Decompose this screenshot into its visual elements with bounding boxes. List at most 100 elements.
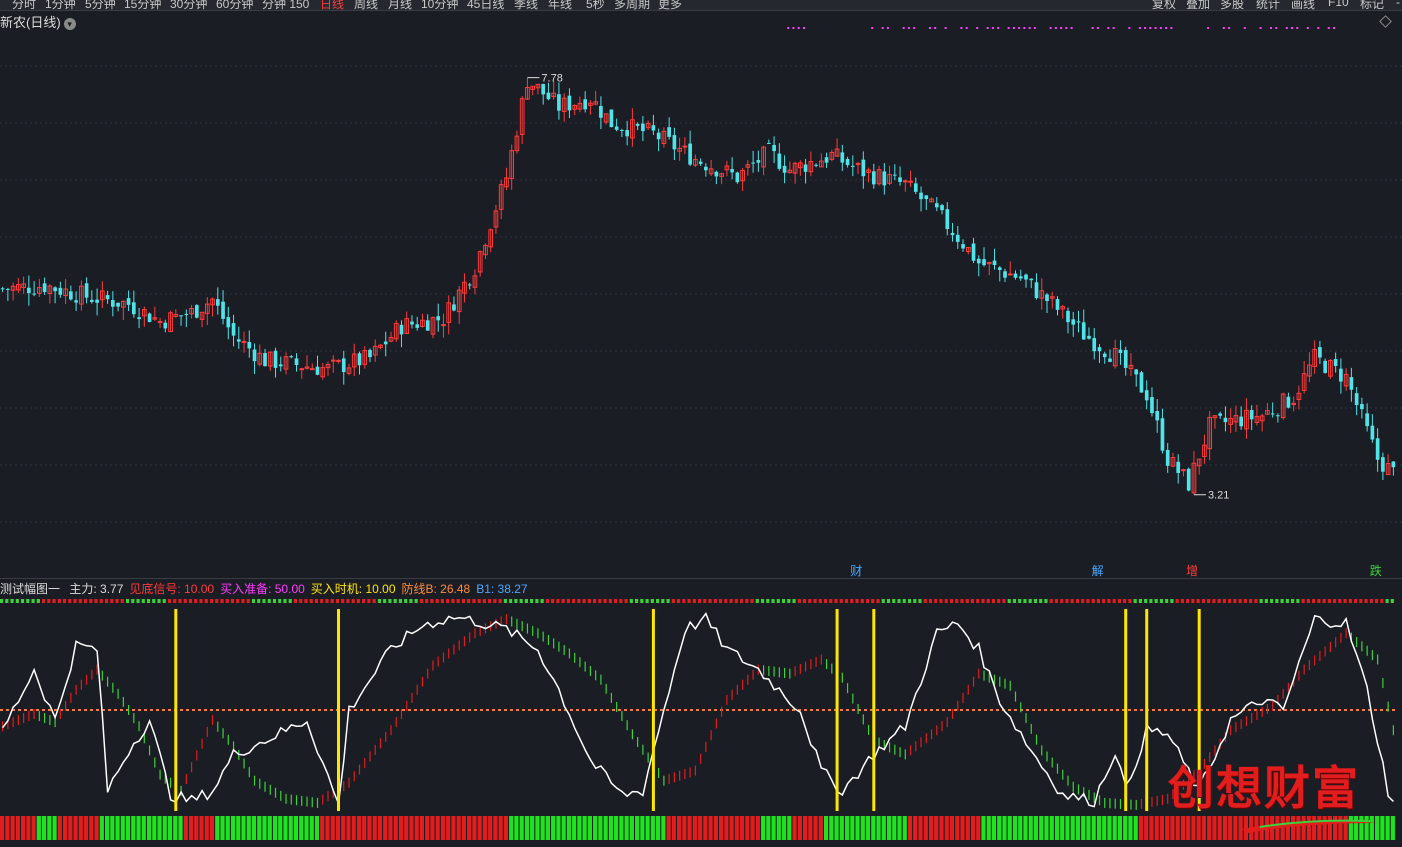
toolbar-item[interactable]: 周线 [354,0,378,10]
toolbar-item[interactable]: 更多 [658,0,682,10]
top-signal-cell [1138,599,1142,603]
bottom-regime-bar [1165,816,1170,840]
toolbar-item[interactable]: 日线 [320,0,344,10]
bottom-regime-bar [0,816,5,840]
bottom-regime-bar [162,816,167,840]
candle [1134,369,1139,387]
top-signal-cell [120,599,124,603]
toolbar-item[interactable]: 5分钟 [85,0,116,10]
top-signal-cell [629,599,633,603]
toolbar-item[interactable]: 标记 [1360,0,1384,10]
candle [47,284,53,304]
top-signal-cell [519,599,523,603]
bottom-regime-bar [341,816,346,840]
top-signal-cell [1170,599,1174,603]
bottom-regime-bar [619,816,624,840]
bottom-regime-bar [194,816,199,840]
candle [1112,339,1118,369]
toolbar-item[interactable]: 年线 [548,0,572,10]
candle [278,356,283,372]
top-signal-cell [598,599,602,603]
toolbar-item[interactable]: - [1396,0,1400,9]
bottom-regime-bar [750,816,755,840]
top-signal-cell [188,599,193,603]
top-signal-cell [656,599,660,603]
candle [430,316,436,339]
toolbar-item[interactable]: 45日线 [467,0,504,10]
bottom-regime-bar [671,816,676,840]
bottom-regime-bar [514,816,519,840]
toolbar-item[interactable]: 分钟 150 [262,0,309,10]
toolbar-item[interactable]: 分时 [12,0,36,10]
signal-dot [1070,27,1073,29]
toolbar-item[interactable]: 多股 [1220,0,1244,10]
top-signal-cell [556,599,560,603]
candle [452,296,456,312]
top-signal-cell [661,599,665,603]
top-signal-cell [136,599,140,603]
toolbar-item[interactable]: 多周期 [614,0,650,10]
candle [782,155,787,184]
toolbar-item[interactable]: 季线 [514,0,538,10]
top-signal-cell [10,599,14,603]
top-signal-cell [272,599,277,603]
candle [714,170,719,185]
candle [761,145,766,176]
toolbar-item[interactable]: 60分钟 [216,0,253,10]
top-signal-cell [1233,599,1237,603]
bottom-regime-bar [498,816,503,840]
top-signal-cell [241,599,245,603]
bottom-regime-bar [1123,816,1128,840]
toolbar-item[interactable]: 30分钟 [170,0,207,10]
toolbar-item[interactable]: 5秒 [586,0,605,10]
candle [661,127,667,148]
event-marker: 财 [850,564,862,578]
toolbar-item[interactable]: 10分钟 [421,0,458,10]
top-signal-cell [104,599,109,603]
signal-dot [1170,27,1173,29]
bottom-regime-bar [1102,816,1107,840]
top-signal-cell [530,599,534,603]
bottom-regime-bar [1054,816,1060,840]
candle [1144,380,1149,410]
bottom-regime-bar [934,816,939,840]
bottom-regime-bar [461,816,467,840]
bottom-regime-bar [1007,816,1012,840]
toolbar-item[interactable]: F10 [1328,0,1349,9]
top-signal-cell [850,599,854,603]
candle [808,151,814,177]
bottom-regime-bar [488,816,493,840]
bottom-regime-bar [519,816,524,840]
toolbar-item[interactable]: 统计 [1256,0,1280,10]
candle [525,77,530,100]
signal-dot [1222,27,1225,29]
toolbar-item[interactable]: 15分钟 [124,0,161,10]
bottom-regime-bar [839,816,844,840]
candle [410,315,414,329]
bottom-regime-bar [739,816,745,840]
top-signal-cell [78,599,82,603]
bottom-regime-bar [404,816,409,840]
bottom-regime-bar [1180,816,1186,840]
candle [1286,392,1291,409]
candle [1391,461,1396,476]
toolbar-item[interactable]: 1分钟 [45,0,76,10]
bottom-regime-bar [577,816,582,840]
candle [126,290,131,311]
bottom-regime-bar [614,816,619,840]
top-signal-cell [724,599,728,603]
candle [498,179,504,220]
top-signal-cell [677,599,681,603]
candle [399,320,404,348]
toolbar-item[interactable]: 叠加 [1186,0,1210,10]
signal-dot [1023,27,1026,29]
top-signal-cell [535,599,539,603]
candle [483,243,488,259]
candle [892,164,897,181]
toolbar-item[interactable]: 画线 [1291,0,1315,10]
toolbar-item[interactable]: 复权 [1152,0,1176,10]
signal-dot [944,27,947,29]
toolbar-item[interactable]: 月线 [388,0,412,10]
candle [273,347,278,378]
bottom-regime-bar [1207,816,1212,840]
